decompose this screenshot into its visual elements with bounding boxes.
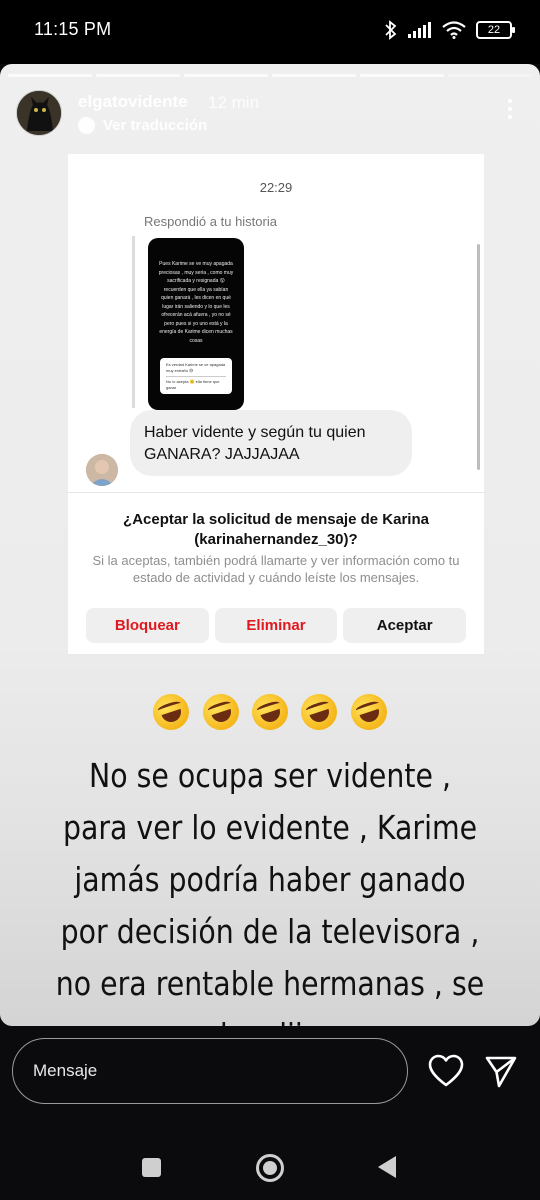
rolling-laughing-emoji-icon	[346, 689, 392, 735]
divider	[68, 492, 484, 493]
message-input[interactable]	[12, 1038, 408, 1104]
reply-bar	[0, 1026, 540, 1136]
status-bar: 11:15 PM 22	[0, 0, 540, 64]
dm-timestamp: 22:29	[259, 180, 293, 195]
see-translation-label: Ver traducción	[103, 117, 208, 134]
progress-segment	[448, 74, 532, 77]
status-time: 11:15 PM	[34, 19, 112, 39]
see-translation-button[interactable]: Ver traducción	[78, 117, 207, 134]
dot	[508, 115, 512, 119]
battery-icon: 22	[476, 21, 515, 39]
thumbnail-text: Pues Karime se ve muy apagada preciosas …	[158, 261, 234, 344]
dot	[508, 99, 512, 103]
status-icons: 22	[384, 20, 515, 40]
progress-segment	[8, 74, 92, 77]
accept-button: Aceptar	[343, 608, 467, 643]
dot	[508, 107, 512, 111]
emoji-row	[0, 689, 540, 741]
block-button: Bloquear	[86, 608, 209, 643]
progress-segment	[360, 74, 444, 77]
battery-level: 22	[487, 24, 501, 36]
sender-avatar-image	[86, 454, 118, 486]
request-title: ¿Aceptar la solicitud de mensaje de Kari…	[123, 511, 429, 548]
sender-avatar	[86, 454, 118, 486]
home-button[interactable]	[256, 1154, 284, 1182]
rolling-laughing-emoji-icon	[296, 689, 343, 735]
story-progress	[8, 74, 532, 77]
progress-segment	[184, 74, 268, 77]
request-actions: Bloquear Eliminar Aceptar	[86, 608, 467, 643]
recent-apps-button[interactable]	[142, 1158, 161, 1177]
send-icon[interactable]	[484, 1054, 518, 1088]
scrollbar	[477, 244, 480, 470]
dm-screenshot: 22:29 Respondió a tu historia Pues Karim…	[68, 154, 484, 654]
story-time-ago: 12 min	[208, 93, 260, 112]
translate-icon	[78, 117, 95, 134]
replied-to-story-label: Respondió a tu historia	[144, 214, 277, 229]
system-nav-bar	[0, 1136, 540, 1200]
cat-avatar-image	[17, 91, 61, 135]
rolling-laughing-emoji-icon	[148, 689, 194, 735]
divider	[166, 376, 226, 377]
request-description: Si la aceptas, también podrá llamarte y …	[92, 553, 460, 585]
wifi-icon	[442, 21, 466, 39]
back-button[interactable]	[378, 1156, 396, 1178]
thumbnail-card: Es verdad Karime se ve apagada muy extra…	[160, 358, 232, 394]
story-reply-thumbnail: Pues Karime se ve muy apagada preciosas …	[148, 238, 244, 410]
progress-segment	[272, 74, 356, 77]
story-username[interactable]: elgatovidente	[78, 92, 188, 112]
rolling-laughing-emoji-icon	[247, 689, 293, 735]
story-caption: No se ocupa ser vidente , para ver lo ev…	[55, 756, 485, 1026]
profile-avatar[interactable]	[16, 90, 62, 136]
bluetooth-icon	[385, 20, 397, 40]
rolling-laughing-emoji-icon	[197, 689, 244, 735]
signal-icon	[408, 22, 431, 38]
message-bubble: Haber vidente y según tu quien GANARA? J…	[130, 410, 412, 476]
progress-segment	[96, 74, 180, 77]
reply-indicator-line	[132, 236, 135, 408]
thumbnail-card-line: Es verdad Karime se ve apagada muy extra…	[166, 362, 226, 373]
more-options-icon[interactable]	[508, 99, 512, 119]
thumbnail-card-line: No lo acepta 🙂 ella tiene que ganar	[166, 379, 220, 390]
story-view[interactable]: elgatovidente 12 min Ver traducción 22:2…	[0, 64, 540, 1026]
like-heart-icon[interactable]	[428, 1054, 464, 1088]
delete-button: Eliminar	[214, 608, 338, 643]
